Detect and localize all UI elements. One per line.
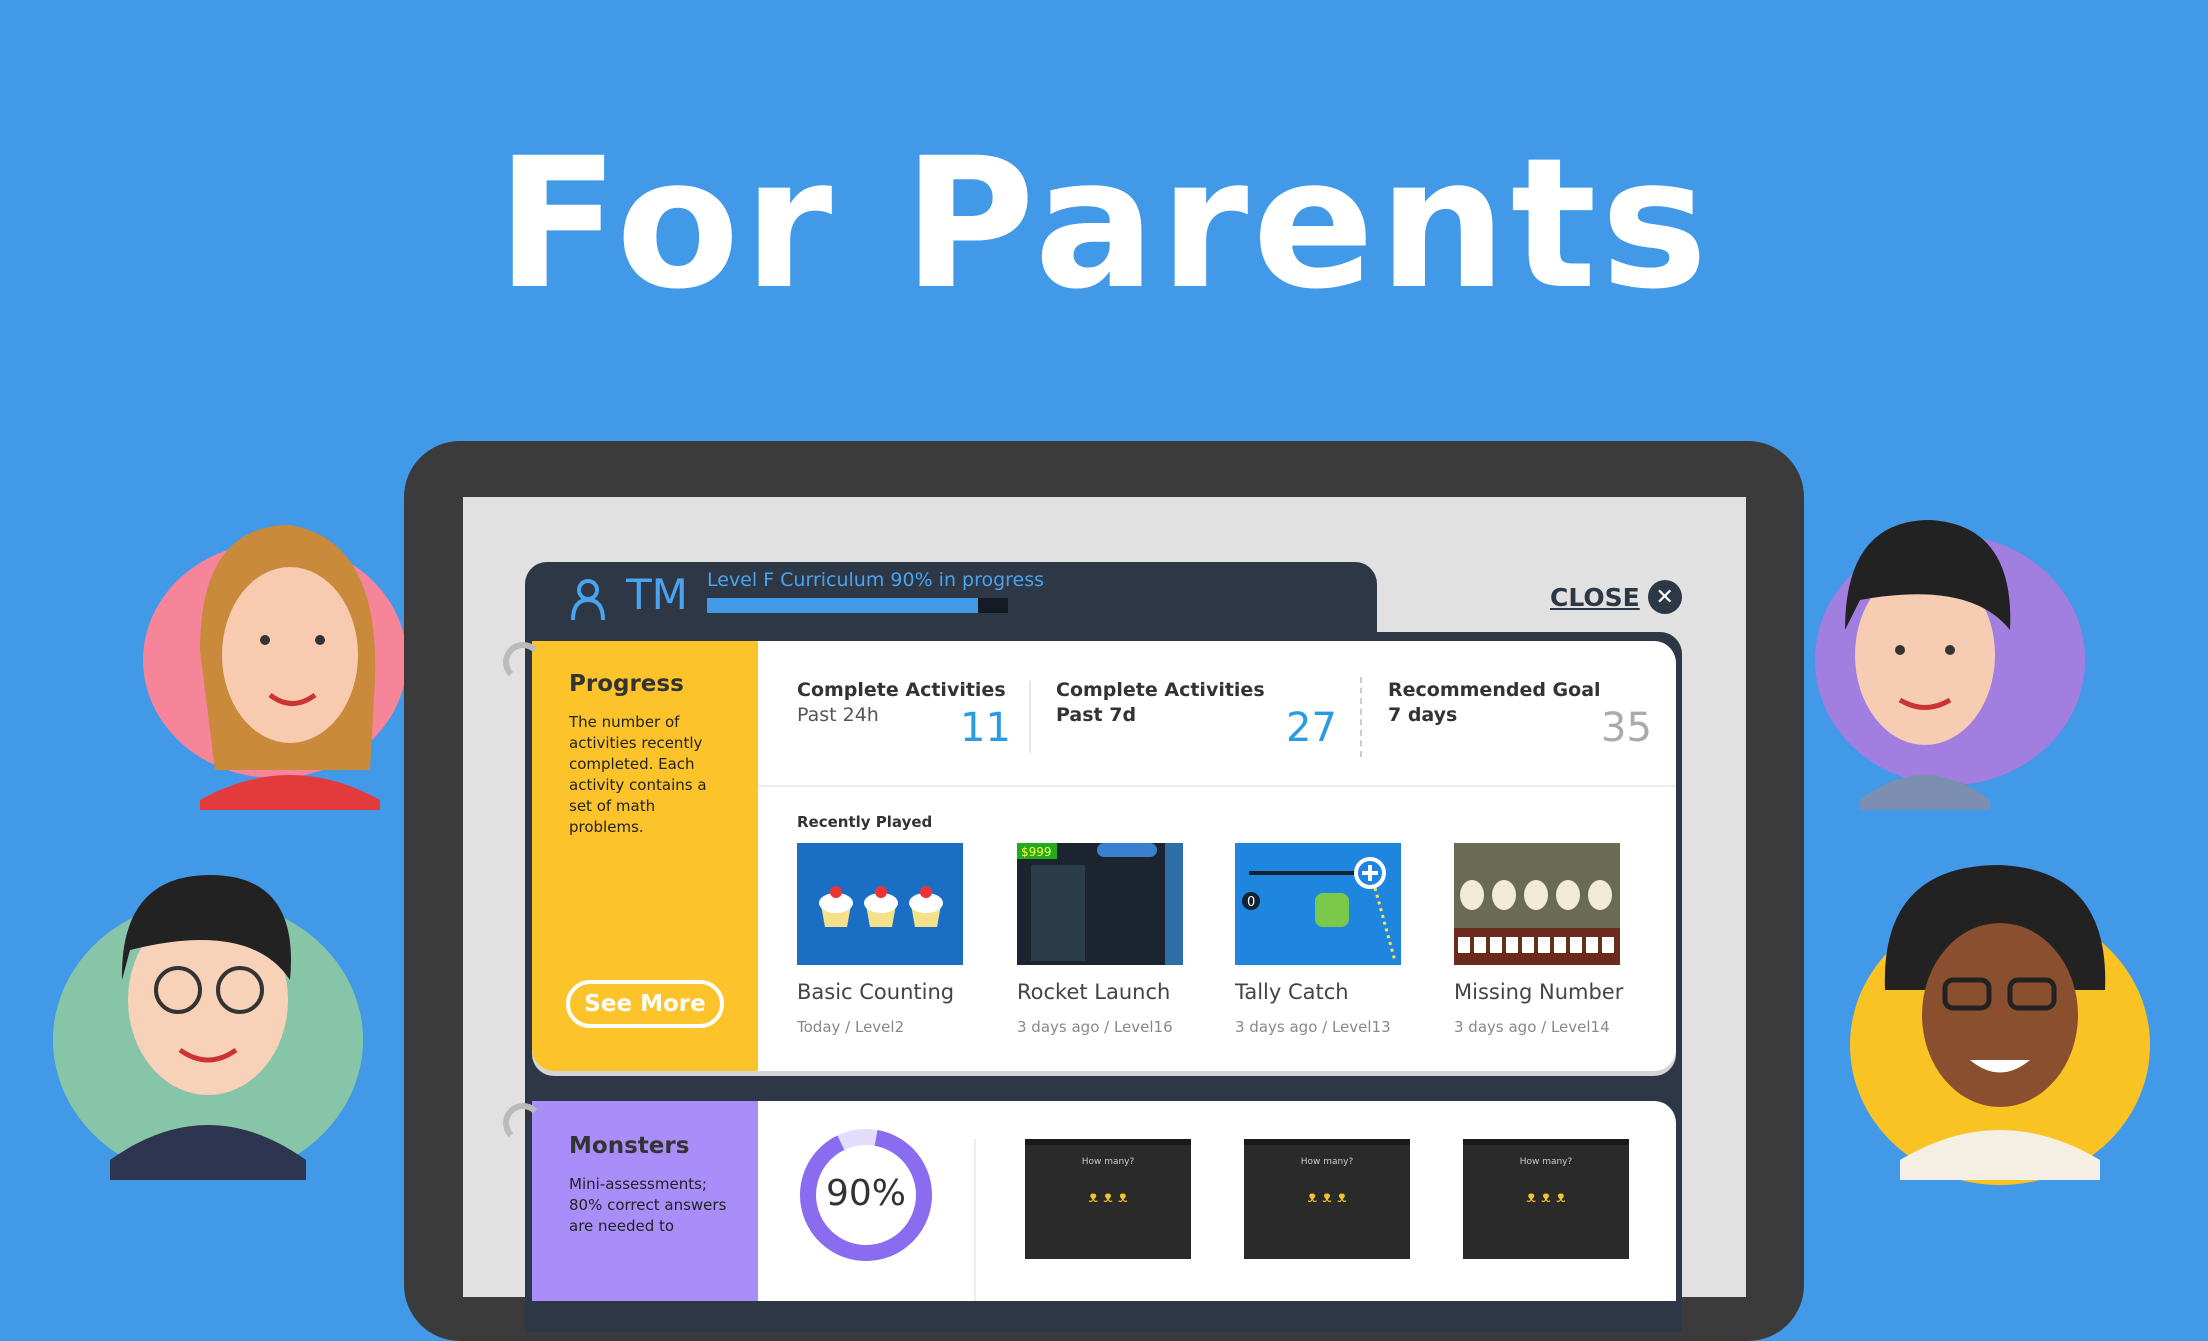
binder-ring-icon [503, 642, 543, 682]
avatar-man-glasses [53, 875, 363, 1180]
thumbnail-caption: How many? [1081, 1157, 1135, 1167]
score-value: 90% [825, 1173, 906, 1214]
avatar-woman-glasses [1850, 865, 2150, 1185]
parent-avatars-right [1815, 520, 2150, 1185]
stat-value: 27 [1286, 705, 1337, 751]
stat-value: 35 [1601, 705, 1652, 751]
student-initials: TM [626, 570, 688, 619]
progress-sidebar: Progress The number of activities recent… [532, 641, 758, 1071]
progress-title: Progress [569, 671, 684, 697]
binder-ring-icon [503, 1103, 543, 1143]
assessment-thumbnail[interactable]: How many? ᴥ ᴥ ᴥ [1463, 1139, 1629, 1259]
activity-meta: 3 days ago / Level16 [1017, 1018, 1173, 1036]
svg-text:$999: $999 [1021, 845, 1052, 859]
monsters-card: Monsters Mini-assessments; 80% correct a… [532, 1101, 1676, 1301]
tally-catch-thumbnail[interactable]: 0 [1235, 843, 1401, 965]
curriculum-progress-bar [707, 598, 1008, 613]
curriculum-label: Level F Curriculum 90% in progress [707, 569, 1045, 591]
stat-period: Past 7d [1056, 704, 1137, 726]
activity-name: Basic Counting [797, 980, 955, 1004]
activity-name: Missing Number [1454, 980, 1624, 1004]
activity-meta: 3 days ago / Level13 [1235, 1018, 1391, 1036]
page-title: For Parents [496, 120, 1712, 329]
stat-value: 11 [960, 705, 1011, 751]
divider [974, 1139, 976, 1301]
assessment-thumbnail[interactable]: How many? ᴥ ᴥ ᴥ [1244, 1139, 1410, 1259]
stat-label: Recommended Goal [1388, 679, 1601, 701]
avatar-woman [143, 525, 407, 810]
monsters-description: Mini-assessments; 80% correct answers ar… [569, 1175, 727, 1235]
curriculum-progress-fill [707, 598, 978, 613]
close-label: CLOSE [1550, 582, 1640, 612]
monsters-sidebar: Monsters Mini-assessments; 80% correct a… [532, 1101, 758, 1301]
monsters-title: Monsters [569, 1133, 690, 1159]
divider [1029, 681, 1031, 753]
assessment-thumbnail[interactable]: How many? ᴥ ᴥ ᴥ [1025, 1139, 1191, 1259]
parent-avatars-left [53, 525, 407, 1180]
close-button[interactable]: CLOSE ✕ [1550, 580, 1682, 614]
stat-label: Complete Activities [797, 679, 1006, 701]
user-icon [571, 579, 605, 621]
activity-name: Tally Catch [1235, 980, 1349, 1004]
activity-meta: 3 days ago / Level14 [1454, 1018, 1610, 1036]
activity-name: Rocket Launch [1017, 980, 1171, 1004]
stat-period: Past 24h [797, 704, 879, 726]
activity-meta: Today / Level2 [797, 1018, 905, 1036]
see-more-button[interactable]: See More [566, 980, 724, 1028]
svg-text:0: 0 [1247, 895, 1255, 910]
basic-counting-thumbnail[interactable] [797, 843, 963, 965]
thumbnail-caption: How many? [1519, 1157, 1573, 1167]
close-icon: ✕ [1647, 580, 1682, 614]
progress-card: Progress The number of activities recent… [532, 641, 1676, 1071]
recently-played-title: Recently Played [797, 813, 933, 831]
stat-label: Complete Activities [1056, 679, 1265, 701]
avatar-man [1815, 520, 2085, 810]
stat-period: 7 days [1388, 704, 1458, 726]
missing-number-thumbnail[interactable] [1454, 843, 1620, 965]
divider [758, 785, 1676, 787]
rocket-launch-thumbnail[interactable]: $999 [1017, 843, 1183, 965]
divider [1360, 677, 1362, 757]
progress-description: The number of activities recently comple… [569, 713, 707, 836]
thumbnail-caption: How many? [1300, 1157, 1354, 1167]
